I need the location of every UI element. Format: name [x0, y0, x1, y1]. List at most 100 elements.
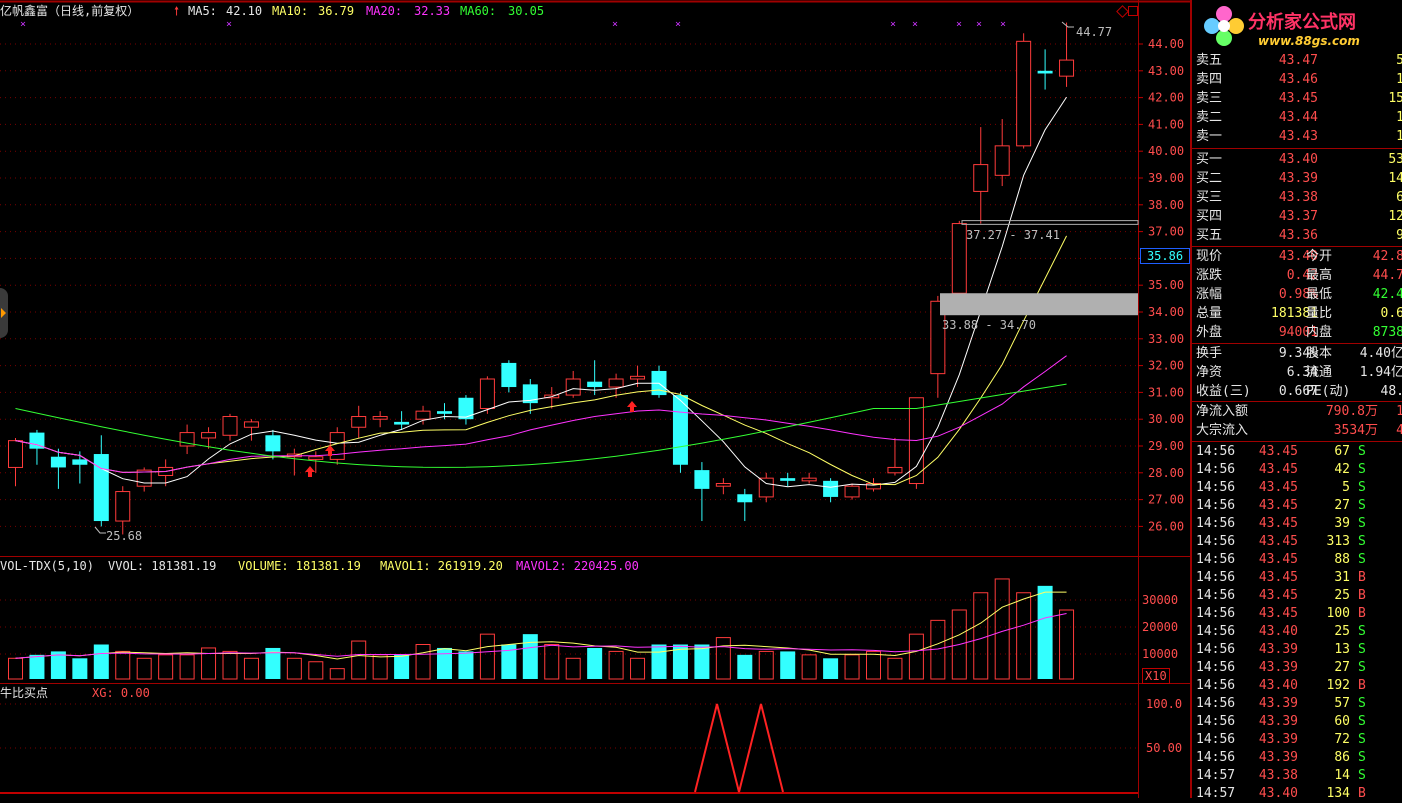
tick-volume: 313: [1326, 534, 1350, 549]
chart-markers: × × × × × × × × ×: [20, 19, 1139, 534]
volume-bar-up: [844, 654, 860, 680]
stock-chart-app: 亿帆鑫富（日线,前复权） 🠕 MA5: 42.10 MA10: 36.79 MA…: [0, 0, 1402, 801]
price-axis-label: 38.00: [1148, 198, 1184, 212]
volume-bar-up: [308, 661, 324, 680]
bid-volume: 14: [1388, 171, 1402, 186]
cross-marker-icon: ×: [675, 19, 681, 30]
price-axis-label: 39.00: [1148, 171, 1184, 185]
candle-body-down: [50, 456, 66, 468]
stat-value: 42.8: [1372, 249, 1402, 264]
fundamental-label: 流通: [1306, 365, 1333, 380]
tick-price: 43.45: [1258, 462, 1298, 477]
volume-name: VOL-TDX(5,10): [0, 559, 94, 573]
tick-price: 43.39: [1258, 732, 1298, 747]
volume-bar-up: [565, 657, 581, 680]
candle-body-down: [394, 421, 410, 425]
tick-volume: 39: [1334, 516, 1350, 531]
stat-label: 涨跌: [1196, 268, 1223, 283]
tick-price: 43.45: [1258, 516, 1298, 531]
indicator-lines: [694, 703, 784, 793]
ask-level-label: 卖四: [1196, 72, 1223, 87]
volume-bar-up: [1059, 609, 1075, 680]
candle-body-down: [1037, 70, 1053, 74]
tick-volume: 27: [1334, 660, 1350, 675]
price-axis: 44.00 43.00 42.00 41.00 40.00 39.00 38.00 37.00…: [1148, 37, 1184, 533]
volume-bar-up: [415, 644, 431, 680]
tick-price: 43.45: [1258, 588, 1298, 603]
candle-body-up: [844, 485, 860, 498]
ask-level-label: 卖二: [1196, 110, 1223, 125]
price-axis-label: 41.00: [1148, 117, 1184, 131]
tick-side: S: [1358, 696, 1366, 711]
candle-body-up: [630, 375, 646, 380]
ask-row: 卖四 43.46 1: [1192, 71, 1402, 89]
side-collapse-handle[interactable]: [0, 288, 8, 338]
stat-value: 42.4: [1372, 287, 1402, 302]
stat-row: 涨幅 0.98% 最低 42.4: [1192, 286, 1402, 304]
candle-body-up: [222, 416, 238, 436]
candle-body-down: [93, 454, 109, 522]
volume-bar-down: [29, 654, 45, 679]
ma20-line: [15, 355, 1067, 473]
tick-time: 14:56: [1196, 642, 1236, 657]
ask-row: 卖三 43.45 15: [1192, 90, 1402, 108]
volume-bar-up: [243, 657, 259, 680]
volume-bar-up: [608, 650, 624, 680]
volume-bar-up: [222, 650, 238, 680]
quote-panel: 分析家公式网 www.88gs.com 卖五 43.47 5 卖四 43.46 1 卖三 43…: [1190, 0, 1402, 801]
ask-level-label: 卖一: [1196, 129, 1223, 144]
volume-bar-up: [1016, 592, 1032, 680]
candle-body-up: [308, 456, 324, 460]
cross-marker-icon: ×: [20, 19, 26, 30]
tick-side: S: [1358, 552, 1366, 567]
price-axis-label: 44.00: [1148, 37, 1184, 51]
ma60-line: [15, 383, 1067, 468]
bid-row: 买二 43.39 14: [1192, 170, 1402, 188]
candle-body-down: [694, 470, 710, 489]
tick-row: 14:56 43.40 25 S: [1192, 623, 1402, 641]
ask-volume: 1: [1396, 129, 1402, 144]
tick-volume: 31: [1334, 570, 1350, 585]
tick-volume: 25: [1334, 588, 1350, 603]
price-axis-label: 42.00: [1148, 91, 1184, 105]
stat-label: 量比: [1306, 306, 1333, 321]
bid-level-label: 买四: [1196, 209, 1223, 224]
tick-price: 43.39: [1258, 714, 1298, 729]
ask-row: 卖一 43.43 1: [1192, 128, 1402, 146]
square-icon[interactable]: [1128, 6, 1138, 16]
vvol-value: VVOL: 181381.19: [108, 559, 217, 573]
tick-time: 14:56: [1196, 714, 1236, 729]
tick-time: 14:56: [1196, 480, 1236, 495]
logo-name: 分析家公式网: [1248, 12, 1356, 33]
price-axis-label: 27.00: [1148, 493, 1184, 507]
candle-body-up: [243, 421, 259, 428]
volume-bar-up: [179, 654, 195, 680]
tick-row: 14:56 43.45 100 B: [1192, 605, 1402, 623]
tick-volume: 5: [1342, 480, 1350, 495]
cross-marker-icon: ×: [226, 19, 232, 30]
fundamental-value: 48.: [1380, 384, 1402, 399]
kline-chart[interactable]: 44.00 43.00 42.00 41.00 40.00 39.00 38.00 37.00…: [0, 0, 1190, 798]
ask-row: 卖五 43.47 5: [1192, 52, 1402, 70]
candle-body-up: [201, 432, 217, 439]
volume-bar-down: [93, 644, 109, 679]
stat-label: 总量: [1196, 306, 1223, 321]
low-label: 25.68: [106, 529, 143, 543]
price-axis-label: 40.00: [1148, 144, 1184, 158]
flow-extra: 1: [1396, 404, 1402, 419]
candle-body-down: [587, 381, 603, 388]
candle-body-up: [758, 477, 774, 498]
volume-bar-down: [1037, 585, 1053, 679]
tick-volume: 57: [1334, 696, 1350, 711]
bid-price: 43.40: [1278, 152, 1318, 167]
volume-bar-up: [973, 592, 989, 680]
stat-label: 涨幅: [1196, 287, 1223, 302]
tick-row: 14:56 43.45 88 S: [1192, 551, 1402, 569]
flower-icon: [1204, 6, 1244, 46]
volume-bar-up: [630, 657, 646, 680]
panel-separator: [1192, 246, 1402, 247]
price-axis-label: 32.00: [1148, 359, 1184, 373]
cross-marker-icon: ×: [976, 19, 982, 30]
ask-volume: 1: [1396, 72, 1402, 87]
tick-volume: 72: [1334, 732, 1350, 747]
